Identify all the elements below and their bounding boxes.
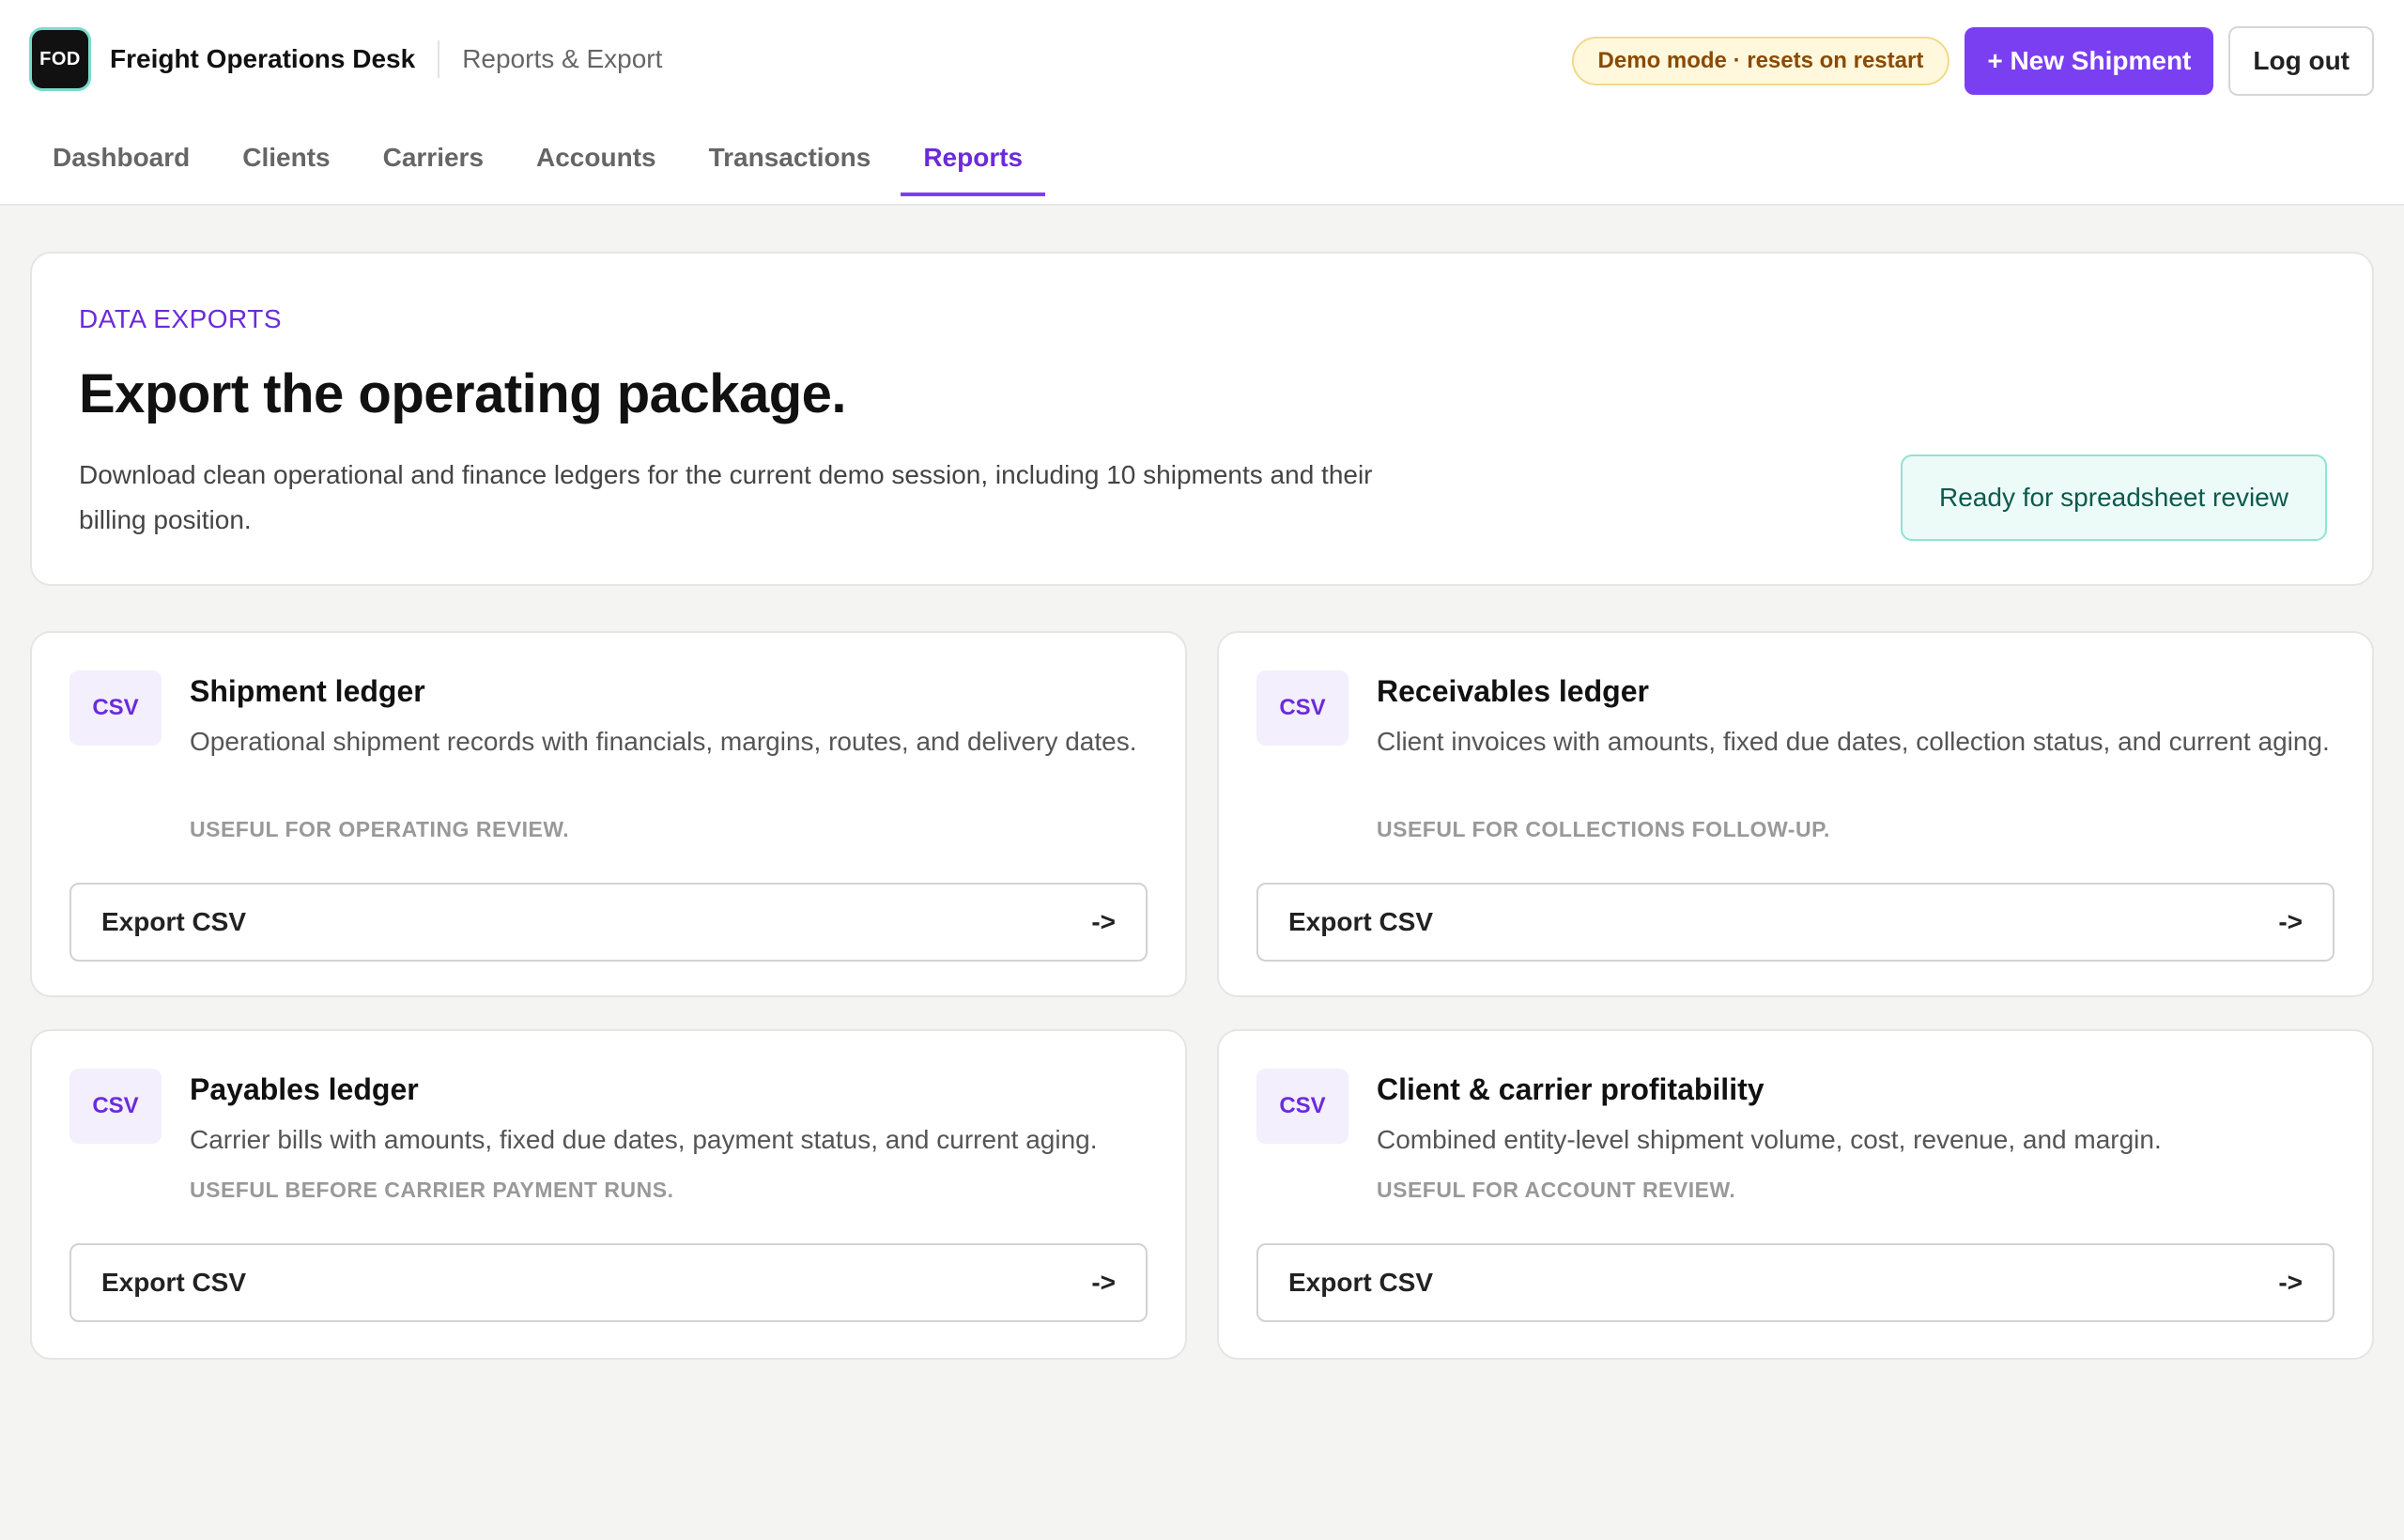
page-title: Export the operating package. bbox=[79, 363, 847, 424]
demo-mode-badge: Demo mode · resets on restart bbox=[1571, 37, 1950, 85]
card-description: Combined entity-level shipment volume, c… bbox=[1377, 1125, 2162, 1154]
card-description: Client invoices with amounts, fixed due … bbox=[1377, 727, 2330, 756]
export-card-profitability: CSV Client & carrier profitability Combi… bbox=[1217, 1029, 2374, 1360]
tab-reports[interactable]: Reports bbox=[901, 131, 1045, 196]
export-button-label: Export CSV bbox=[101, 907, 247, 936]
card-title: Receivables ledger bbox=[1377, 674, 1649, 708]
csv-file-icon: CSV bbox=[1256, 1069, 1348, 1144]
tab-dashboard[interactable]: Dashboard bbox=[30, 131, 212, 195]
arrow-right-icon: -> bbox=[2278, 907, 2303, 936]
hero-eyebrow: DATA EXPORTS bbox=[79, 304, 283, 333]
brand: FOD Freight Operations Desk Reports & Ex… bbox=[29, 27, 662, 91]
card-note: USEFUL BEFORE CARRIER PAYMENT RUNS. bbox=[190, 1178, 674, 1202]
csv-file-icon: CSV bbox=[69, 670, 162, 746]
ready-status-badge: Ready for spreadsheet review bbox=[1901, 454, 2327, 541]
card-note: USEFUL FOR OPERATING REVIEW. bbox=[190, 817, 570, 841]
card-note: USEFUL FOR ACCOUNT REVIEW. bbox=[1377, 1178, 1736, 1202]
hero-description: Download clean operational and finance l… bbox=[79, 460, 1373, 534]
card-title: Payables ledger bbox=[190, 1072, 419, 1106]
export-card-shipment-ledger: CSV Shipment ledger Operational shipment… bbox=[30, 631, 1187, 997]
export-button-label: Export CSV bbox=[101, 1268, 247, 1297]
card-description: Carrier bills with amounts, fixed due da… bbox=[190, 1125, 1098, 1154]
export-payables-ledger-button[interactable]: Export CSV -> bbox=[69, 1243, 1148, 1322]
export-shipment-ledger-button[interactable]: Export CSV -> bbox=[69, 883, 1148, 962]
export-card-receivables-ledger: CSV Receivables ledger Client invoices w… bbox=[1217, 631, 2374, 997]
section-title: Reports & Export bbox=[462, 44, 663, 73]
tab-transactions[interactable]: Transactions bbox=[686, 131, 894, 195]
export-button-label: Export CSV bbox=[1288, 1268, 1434, 1297]
arrow-right-icon: -> bbox=[1091, 907, 1116, 936]
tab-accounts[interactable]: Accounts bbox=[514, 131, 679, 195]
top-actions: Demo mode · resets on restart + New Ship… bbox=[1571, 26, 2374, 96]
card-description: Operational shipment records with financ… bbox=[190, 727, 1137, 756]
csv-file-icon: CSV bbox=[1256, 670, 1348, 746]
new-shipment-button[interactable]: + New Shipment bbox=[1965, 27, 2214, 95]
export-button-label: Export CSV bbox=[1288, 907, 1434, 936]
app-title: Freight Operations Desk bbox=[110, 44, 416, 73]
card-note: USEFUL FOR COLLECTIONS FOLLOW-UP. bbox=[1377, 817, 1830, 841]
logout-button[interactable]: Log out bbox=[2228, 26, 2374, 96]
tab-carriers[interactable]: Carriers bbox=[361, 131, 506, 195]
csv-file-icon: CSV bbox=[69, 1069, 162, 1144]
tab-clients[interactable]: Clients bbox=[220, 131, 352, 195]
main-nav-tabs: Dashboard Clients Carriers Accounts Tran… bbox=[30, 131, 1053, 196]
export-receivables-ledger-button[interactable]: Export CSV -> bbox=[1256, 883, 2335, 962]
export-card-payables-ledger: CSV Payables ledger Carrier bills with a… bbox=[30, 1029, 1187, 1360]
card-title: Shipment ledger bbox=[190, 674, 425, 708]
title-divider bbox=[438, 40, 440, 78]
card-title: Client & carrier profitability bbox=[1377, 1072, 1764, 1106]
data-exports-panel: DATA EXPORTS Export the operating packag… bbox=[30, 252, 2374, 586]
top-bar: FOD Freight Operations Desk Reports & Ex… bbox=[0, 0, 2404, 206]
export-profitability-button[interactable]: Export CSV -> bbox=[1256, 1243, 2335, 1322]
arrow-right-icon: -> bbox=[1091, 1268, 1116, 1297]
app-logo[interactable]: FOD bbox=[29, 27, 91, 91]
arrow-right-icon: -> bbox=[2278, 1268, 2303, 1297]
